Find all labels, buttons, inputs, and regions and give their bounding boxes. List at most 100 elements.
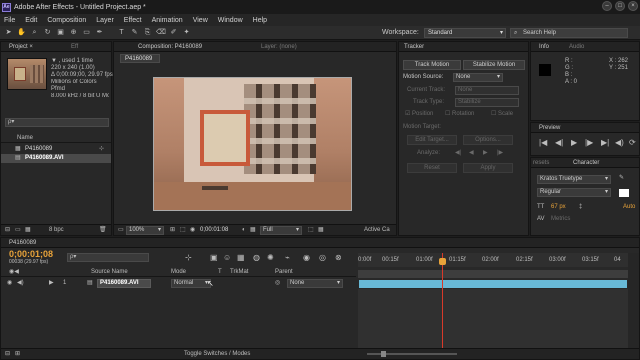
apply-button[interactable]: Apply	[463, 163, 513, 173]
live-update-icon[interactable]: ◎	[319, 254, 326, 262]
grid-overlay-icon[interactable]: ▦	[318, 227, 324, 234]
magnification-select[interactable]: 100% ▾	[126, 226, 164, 235]
playhead-handle[interactable]	[439, 258, 446, 265]
puppet-pin-tool-icon[interactable]: ✦	[182, 28, 191, 37]
menu-layer[interactable]: Layer	[96, 17, 114, 24]
menu-help[interactable]: Help	[253, 17, 267, 24]
tab-project[interactable]: Project ×	[9, 43, 33, 51]
selection-tool-icon[interactable]: ➤	[4, 28, 13, 37]
workspace-select[interactable]: Standard ▾	[424, 28, 506, 38]
pen-tool-icon[interactable]: ✒	[95, 28, 104, 37]
kerning-value[interactable]: Metrics	[551, 216, 570, 223]
current-track-select[interactable]: None	[455, 86, 519, 95]
playhead-line[interactable]	[442, 253, 443, 348]
active-camera-select[interactable]: Active Ca	[364, 227, 390, 234]
resolution-select[interactable]: Full ▾	[260, 226, 302, 235]
layer-duration-bar[interactable]	[359, 280, 627, 288]
safe-margins-icon[interactable]: ⊞	[170, 227, 175, 234]
menu-file[interactable]: File	[4, 17, 15, 24]
clone-stamp-tool-icon[interactable]: ⎘	[143, 28, 152, 37]
previous-frame-icon[interactable]: ◀|	[555, 139, 563, 147]
tab-timeline-comp[interactable]: P4160089	[9, 239, 36, 247]
analyze-next-icon[interactable]: |▶	[497, 150, 503, 157]
reset-button[interactable]: Reset	[407, 163, 457, 173]
project-item-footage[interactable]: ▤ P4160089.AVI	[1, 154, 111, 163]
camera-tool-icon[interactable]: ▣	[56, 28, 65, 37]
transparency-grid-icon[interactable]: ▦	[250, 227, 256, 234]
analyze-backward-icon[interactable]: ◀	[469, 150, 474, 157]
minimize-button[interactable]: –	[602, 1, 612, 11]
timeline-current-time[interactable]: 0;00:01;08	[9, 249, 53, 259]
loop-icon[interactable]: ⟳	[629, 139, 636, 147]
tab-composition[interactable]: Composition: P4160089	[138, 43, 202, 51]
font-style-select[interactable]: Regular ▾	[537, 188, 611, 197]
brush-tool-icon[interactable]: ✎	[130, 28, 139, 37]
mask-visibility-icon[interactable]: ⬚	[180, 227, 186, 234]
comp-mini-flowchart-icon[interactable]: ⊹	[185, 254, 192, 262]
leading-value[interactable]: Auto	[623, 204, 635, 211]
tab-effects[interactable]: Eff	[71, 43, 78, 51]
parent-select[interactable]: None ▾	[287, 279, 343, 288]
menu-view[interactable]: View	[193, 17, 208, 24]
new-folder-icon[interactable]: ▭	[15, 227, 21, 234]
blend-mode-select[interactable]: Normal ▾	[171, 279, 211, 288]
comp-name-tab[interactable]: P4160089	[120, 54, 160, 63]
roto-brush-tool-icon[interactable]: ✐	[169, 28, 178, 37]
menu-animation[interactable]: Animation	[152, 17, 183, 24]
bpc-label[interactable]: 8 bpc	[49, 227, 64, 234]
composition-viewer[interactable]	[153, 77, 352, 211]
layer-source-name[interactable]: P4160089.AVI	[100, 280, 139, 287]
fill-color-swatch[interactable]	[619, 189, 629, 197]
menu-edit[interactable]: Edit	[25, 17, 37, 24]
rotate-tool-icon[interactable]: ↻	[43, 28, 52, 37]
expand-layer-icon[interactable]: ▶	[49, 280, 54, 287]
search-help-input[interactable]: ⌕ Search Help	[510, 28, 628, 38]
zoom-slider-thumb[interactable]	[381, 351, 386, 357]
first-frame-icon[interactable]: |◀	[539, 139, 547, 147]
analyze-forward-icon[interactable]: ▶	[483, 150, 488, 157]
current-time-display[interactable]: 0;00:01:08	[200, 227, 228, 234]
col-t[interactable]: T	[218, 269, 222, 276]
visibility-eye-icon[interactable]: ◉	[7, 280, 12, 287]
always-preview-icon[interactable]: ▭	[118, 227, 124, 234]
zoom-tool-icon[interactable]: ⌕	[30, 28, 39, 37]
column-name-header[interactable]: Name	[17, 135, 33, 142]
col-trkmat[interactable]: TrkMat	[230, 269, 248, 276]
edit-target-button[interactable]: Edit Target...	[407, 135, 457, 145]
time-ruler[interactable]: 0:00f 00:15f 01:00f 01:15f 02:00f 02:15f…	[358, 253, 628, 267]
color-channel-icon[interactable]: ◐	[242, 227, 246, 234]
region-of-interest-icon[interactable]: ⬚	[308, 227, 314, 234]
graph-editor-icon[interactable]: ⌁	[285, 254, 290, 262]
motion-blur-icon[interactable]: ◍	[253, 254, 260, 262]
project-item-comp[interactable]: ▦ P4160089 ⊹	[1, 145, 111, 154]
pick-whip-icon[interactable]: ◎	[275, 280, 280, 287]
tab-effects-presets[interactable]: resets	[533, 159, 549, 167]
shy-layers-icon[interactable]: ☺	[223, 254, 231, 262]
tab-info[interactable]: Info	[539, 43, 549, 51]
expand-modes-icon[interactable]: ⊞	[15, 351, 20, 358]
tab-character[interactable]: Character	[573, 159, 599, 167]
col-parent[interactable]: Parent	[275, 269, 293, 276]
eyedropper-icon[interactable]: ✎	[619, 175, 624, 182]
flowchart-icon[interactable]: ⊹	[99, 146, 104, 153]
snapshot-camera-icon[interactable]: ◉	[190, 227, 195, 234]
analyze-back-icon[interactable]: ◀|	[455, 150, 461, 157]
rotation-checkbox[interactable]: ☐ Rotation	[445, 111, 474, 118]
audio-icon[interactable]: ◀)	[615, 139, 624, 147]
tab-preview[interactable]: Preview	[539, 124, 560, 132]
col-mode[interactable]: Mode	[171, 269, 186, 276]
interpret-footage-icon[interactable]: ⊟	[5, 227, 10, 234]
frame-blending-icon[interactable]: ▦	[237, 254, 245, 262]
next-frame-icon[interactable]: |▶	[585, 139, 593, 147]
toggle-switches-modes-button[interactable]: Toggle Switches / Modes	[184, 351, 250, 358]
position-checkbox[interactable]: ☑ Position	[405, 111, 433, 118]
stabilize-motion-button[interactable]: Stabilize Motion	[463, 60, 525, 70]
motion-source-select[interactable]: None ▾	[453, 73, 503, 82]
brainstorm-icon[interactable]: ✺	[267, 254, 274, 262]
hand-tool-icon[interactable]: ✋	[17, 28, 26, 37]
work-area-bar[interactable]	[358, 270, 628, 278]
trash-icon[interactable]: 🗑	[99, 227, 107, 234]
auto-keyframe-icon[interactable]: ◉	[303, 254, 310, 262]
tab-audio[interactable]: Audio	[569, 43, 584, 51]
font-family-select[interactable]: Kratos Truetype ▾	[537, 175, 611, 184]
